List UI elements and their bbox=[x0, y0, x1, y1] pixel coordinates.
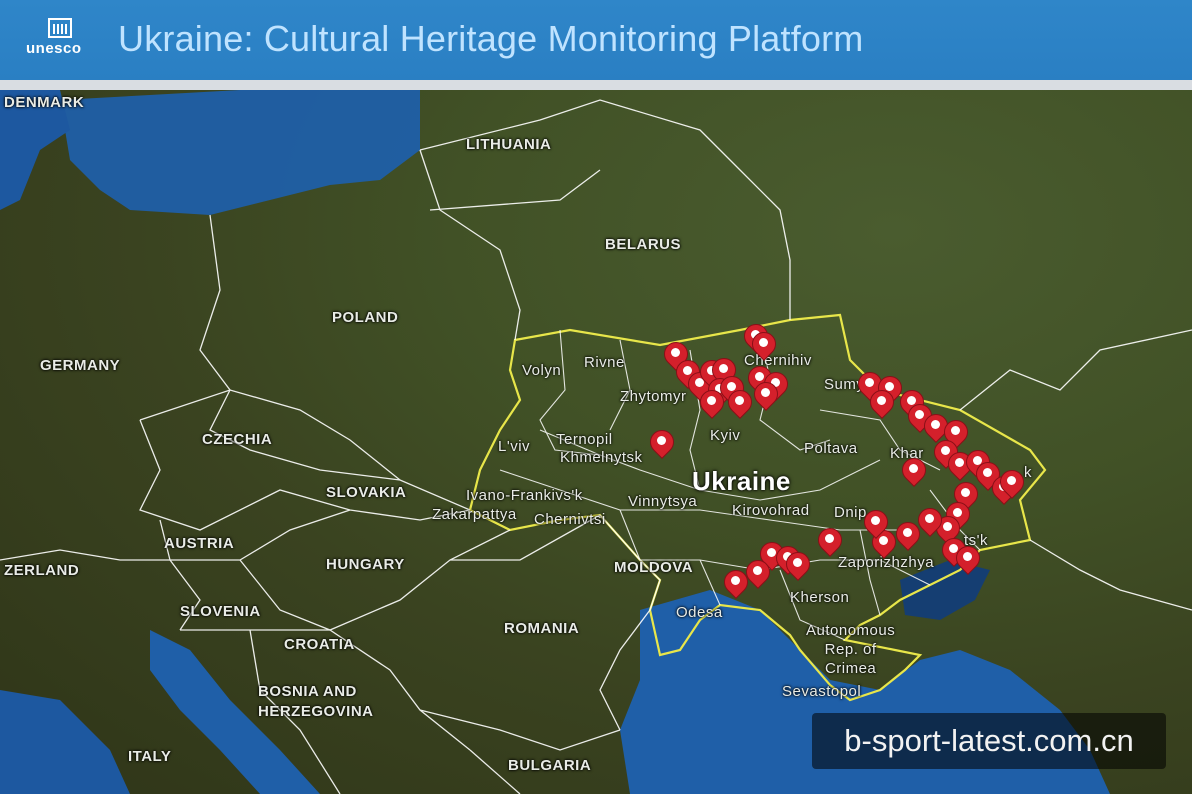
pin-dot bbox=[753, 566, 762, 575]
label-vinnytsya: Vinnytsya bbox=[628, 493, 698, 510]
heritage-site-marker[interactable] bbox=[897, 453, 931, 488]
pin-dot bbox=[671, 348, 680, 357]
label-belarus: BELARUS bbox=[605, 236, 682, 253]
label-ukraine: Ukraine bbox=[692, 466, 791, 496]
label-chernivtsi: Chernivtsi bbox=[534, 511, 606, 528]
label-odesa: Odesa bbox=[676, 604, 723, 621]
pin-dot bbox=[755, 372, 764, 381]
label-moldova: MOLDOVA bbox=[614, 559, 694, 576]
pin-dot bbox=[983, 468, 992, 477]
pin-dot bbox=[931, 420, 940, 429]
label-ivano-frankivsk: Ivano-Frankivs'k bbox=[466, 487, 583, 504]
pin-dot bbox=[707, 396, 716, 405]
pin-dot bbox=[719, 364, 728, 373]
label-germany: GERMANY bbox=[40, 357, 121, 374]
pin-dot bbox=[825, 534, 834, 543]
label-czechia: CZECHIA bbox=[202, 431, 273, 448]
heritage-site-marker[interactable] bbox=[695, 385, 729, 420]
logo-text: unesco bbox=[26, 40, 82, 57]
label-sevastopol: Sevastopol bbox=[782, 683, 862, 700]
pin-dot bbox=[657, 436, 666, 445]
label-zakarpattya: Zakarpattya bbox=[432, 506, 517, 523]
pin-dot bbox=[793, 558, 802, 567]
label-luhansk: k bbox=[1024, 464, 1032, 481]
label-kirovohrad: Kirovohrad bbox=[732, 502, 810, 519]
pin-dot bbox=[761, 388, 770, 397]
pin-dot bbox=[943, 522, 952, 531]
label-kyiv: Kyiv bbox=[710, 427, 741, 444]
label-italy: ITALY bbox=[128, 748, 172, 765]
heritage-site-marker[interactable] bbox=[813, 523, 847, 558]
pin-dot bbox=[735, 396, 744, 405]
label-crimea: Autonomous Rep. of Crimea bbox=[806, 622, 896, 677]
label-slovenia: SLOVENIA bbox=[180, 603, 261, 620]
heritage-site-marker[interactable] bbox=[781, 547, 815, 582]
heritage-site-marker[interactable] bbox=[995, 465, 1029, 500]
header-bar: unesco Ukraine: Cultural Heritage Monito… bbox=[0, 0, 1192, 90]
temple-icon bbox=[48, 18, 72, 38]
label-slovakia: SLOVAKIA bbox=[326, 484, 407, 501]
label-lithuania: LITHUANIA bbox=[466, 136, 552, 153]
baltic-sea bbox=[60, 90, 420, 215]
pin-dot bbox=[925, 514, 934, 523]
label-khmelnytskyi: Khmelnytsk bbox=[560, 449, 643, 466]
map-view[interactable]: DENMARK LITHUANIA BELARUS POLAND GERMANY… bbox=[0, 90, 1192, 794]
unesco-logo[interactable]: unesco bbox=[26, 18, 92, 62]
label-dnipro: Dnip bbox=[834, 504, 867, 521]
heritage-site-marker[interactable] bbox=[951, 541, 985, 576]
heritage-site-marker[interactable] bbox=[859, 505, 893, 540]
label-hungary: HUNGARY bbox=[326, 556, 405, 573]
pin-dot bbox=[877, 396, 886, 405]
heritage-site-marker[interactable] bbox=[865, 385, 899, 420]
label-bosnia: BOSNIA AND HERZEGOVINA bbox=[258, 683, 374, 720]
label-bulgaria: BULGARIA bbox=[508, 757, 592, 774]
label-ternopil: Ternopil bbox=[556, 431, 613, 448]
heritage-site-marker[interactable] bbox=[645, 425, 679, 460]
label-volyn: Volyn bbox=[522, 362, 562, 379]
pin-dot bbox=[951, 426, 960, 435]
heritage-site-marker[interactable] bbox=[749, 377, 783, 412]
tyrrhenian-sea bbox=[0, 690, 130, 794]
label-rivne: Rivne bbox=[584, 354, 625, 371]
monitor-screen: unesco Ukraine: Cultural Heritage Monito… bbox=[0, 0, 1192, 794]
heritage-site-marker[interactable] bbox=[891, 517, 925, 552]
label-switzerland: ZERLAND bbox=[4, 562, 80, 579]
heritage-site-marker[interactable] bbox=[719, 565, 753, 600]
pin-dot bbox=[961, 488, 970, 497]
heritage-site-marker[interactable] bbox=[747, 327, 781, 362]
pin-dot bbox=[909, 464, 918, 473]
heritage-site-marker[interactable] bbox=[723, 385, 757, 420]
label-romania: ROMANIA bbox=[504, 620, 580, 637]
pin-dot bbox=[871, 516, 880, 525]
label-croatia: CROATIA bbox=[284, 636, 355, 653]
pin-dot bbox=[731, 576, 740, 585]
pin-dot bbox=[915, 410, 924, 419]
heritage-site-marker[interactable] bbox=[741, 555, 775, 590]
pin-dot bbox=[865, 378, 874, 387]
label-denmark: DENMARK bbox=[4, 94, 85, 111]
pin-dot bbox=[955, 458, 964, 467]
pin-dot bbox=[759, 338, 768, 347]
pin-dot bbox=[963, 552, 972, 561]
pin-dot bbox=[1007, 476, 1016, 485]
label-kherson: Kherson bbox=[790, 589, 850, 606]
label-poland: POLAND bbox=[332, 309, 399, 326]
label-lviv: L'viv bbox=[498, 438, 531, 455]
label-poltava: Poltava bbox=[804, 440, 858, 457]
watermark: b-sport-latest.com.cn bbox=[812, 713, 1166, 769]
label-austria: AUSTRIA bbox=[164, 535, 235, 552]
page-title: Ukraine: Cultural Heritage Monitoring Pl… bbox=[118, 18, 864, 59]
heritage-site-marker[interactable] bbox=[913, 503, 947, 538]
label-zhytomyr: Zhytomyr bbox=[620, 388, 687, 405]
pin-dot bbox=[903, 528, 912, 537]
